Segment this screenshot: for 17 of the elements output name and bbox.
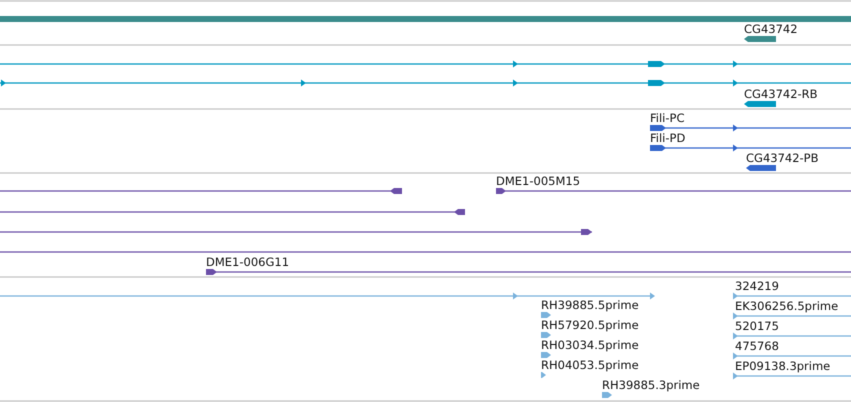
feature-label: 475768 (735, 339, 779, 353)
feature-label: DME1-006G11 (206, 255, 290, 269)
feature-label: RH57920.5prime (541, 318, 639, 332)
feature-label: EK306256.5prime (735, 299, 838, 313)
feature-label: CG43742 (744, 22, 798, 36)
feature-label: 520175 (735, 319, 779, 333)
feature-label: RH03034.5prime (541, 338, 639, 352)
feature-label: DME1-005M15 (496, 174, 580, 188)
feature-label: Fili-PD (650, 131, 686, 145)
feature-label: RH04053.5prime (541, 358, 639, 372)
feature-label: 324219 (735, 279, 779, 293)
feature-label: CG43742-RB (744, 87, 818, 101)
feature-label: CG43742-PB (746, 151, 818, 165)
feature-label: EP09138.3prime (735, 359, 830, 373)
feature-label: Fili-PC (650, 111, 684, 125)
feature-label: RH39885.5prime (541, 298, 639, 312)
feature-label: RH39885.3prime (602, 378, 700, 392)
